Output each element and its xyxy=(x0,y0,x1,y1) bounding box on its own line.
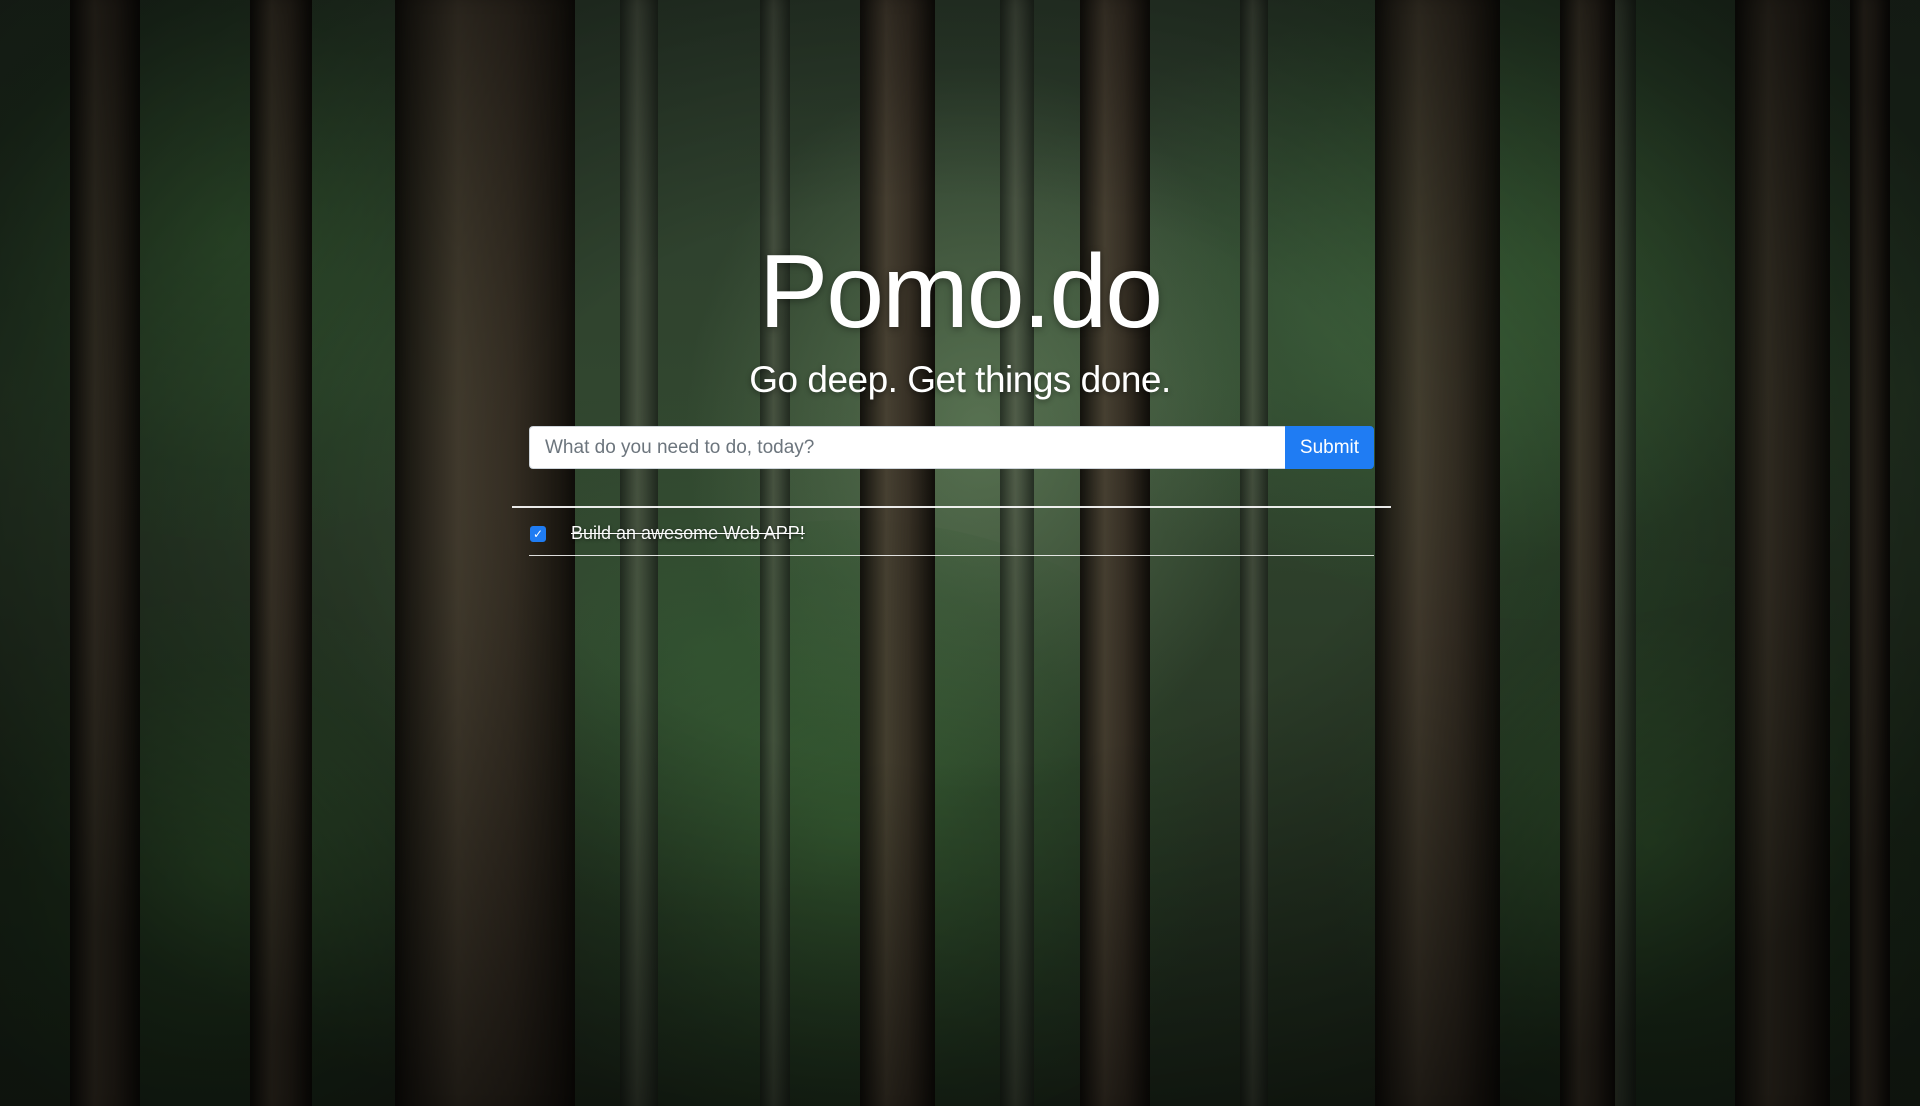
todo-text: Build an awesome Web APP! xyxy=(571,523,805,543)
app-title: Pomo.do xyxy=(758,234,1163,350)
app-tagline: Go deep. Get things done. xyxy=(749,359,1171,400)
list-divider-bottom xyxy=(529,555,1374,556)
main-content: Pomo.do Go deep. Get things done. Submit… xyxy=(0,0,1920,1106)
list-divider-top xyxy=(512,506,1391,508)
todo-item: ✓ Build an awesome Web APP! xyxy=(528,513,1374,554)
task-input[interactable] xyxy=(529,426,1285,469)
todo-checkbox[interactable]: ✓ xyxy=(530,525,546,542)
todo-list: ✓ Build an awesome Web APP! xyxy=(528,513,1374,554)
check-icon: ✓ xyxy=(532,526,544,541)
add-task-form: Submit xyxy=(529,426,1374,469)
submit-button[interactable]: Submit xyxy=(1285,426,1374,469)
